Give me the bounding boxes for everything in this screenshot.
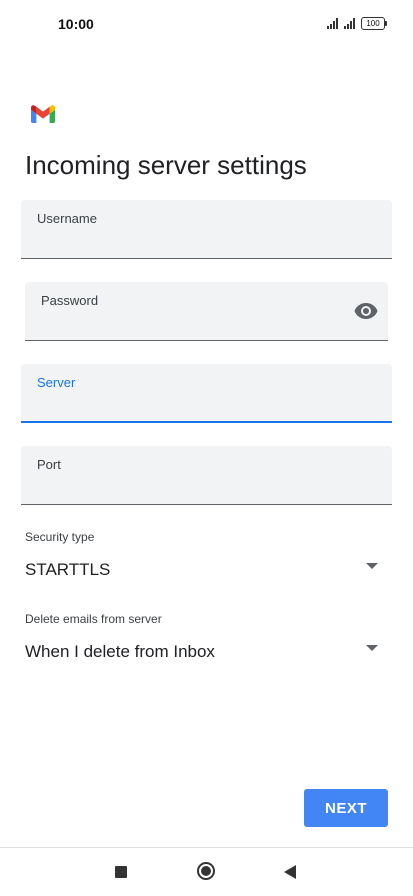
security-type-group: Security type STARTTLS <box>25 530 388 582</box>
chevron-down-icon <box>366 563 378 569</box>
battery-icon: 100 <box>361 17 387 30</box>
server-label: Server <box>37 375 76 390</box>
port-label: Port <box>37 457 61 472</box>
server-input[interactable] <box>37 395 342 415</box>
navigation-bar <box>0 848 413 896</box>
status-time: 10:00 <box>58 16 94 32</box>
recents-icon[interactable] <box>115 866 127 878</box>
password-field[interactable]: Password <box>25 282 388 341</box>
security-type-label: Security type <box>25 530 95 544</box>
status-icons: 100 <box>327 17 387 30</box>
security-type-value: STARTTLS <box>25 560 111 579</box>
status-bar: 10:00 100 <box>0 0 413 48</box>
home-icon[interactable] <box>197 862 215 880</box>
port-input[interactable] <box>37 478 342 498</box>
gmail-logo-icon <box>31 105 55 123</box>
delete-emails-label: Delete emails from server <box>25 612 162 626</box>
signal-icon <box>327 18 338 29</box>
eye-icon[interactable] <box>354 302 378 320</box>
battery-level: 100 <box>366 19 380 28</box>
password-input[interactable] <box>41 314 338 334</box>
back-icon[interactable] <box>284 865 296 879</box>
delete-emails-group: Delete emails from server When I delete … <box>25 612 388 664</box>
delete-emails-value: When I delete from Inbox <box>25 642 215 661</box>
chevron-down-icon <box>366 645 378 651</box>
page-title: Incoming server settings <box>25 150 307 180</box>
port-field[interactable]: Port <box>21 446 392 505</box>
username-label: Username <box>37 211 97 226</box>
next-button[interactable]: NEXT <box>304 789 388 827</box>
username-input[interactable] <box>37 232 342 252</box>
security-type-dropdown[interactable]: STARTTLS <box>25 558 388 582</box>
signal-icon <box>344 18 355 29</box>
delete-emails-dropdown[interactable]: When I delete from Inbox <box>25 640 388 664</box>
username-field[interactable]: Username <box>21 200 392 259</box>
server-field[interactable]: Server <box>21 364 392 423</box>
password-label: Password <box>41 293 99 308</box>
